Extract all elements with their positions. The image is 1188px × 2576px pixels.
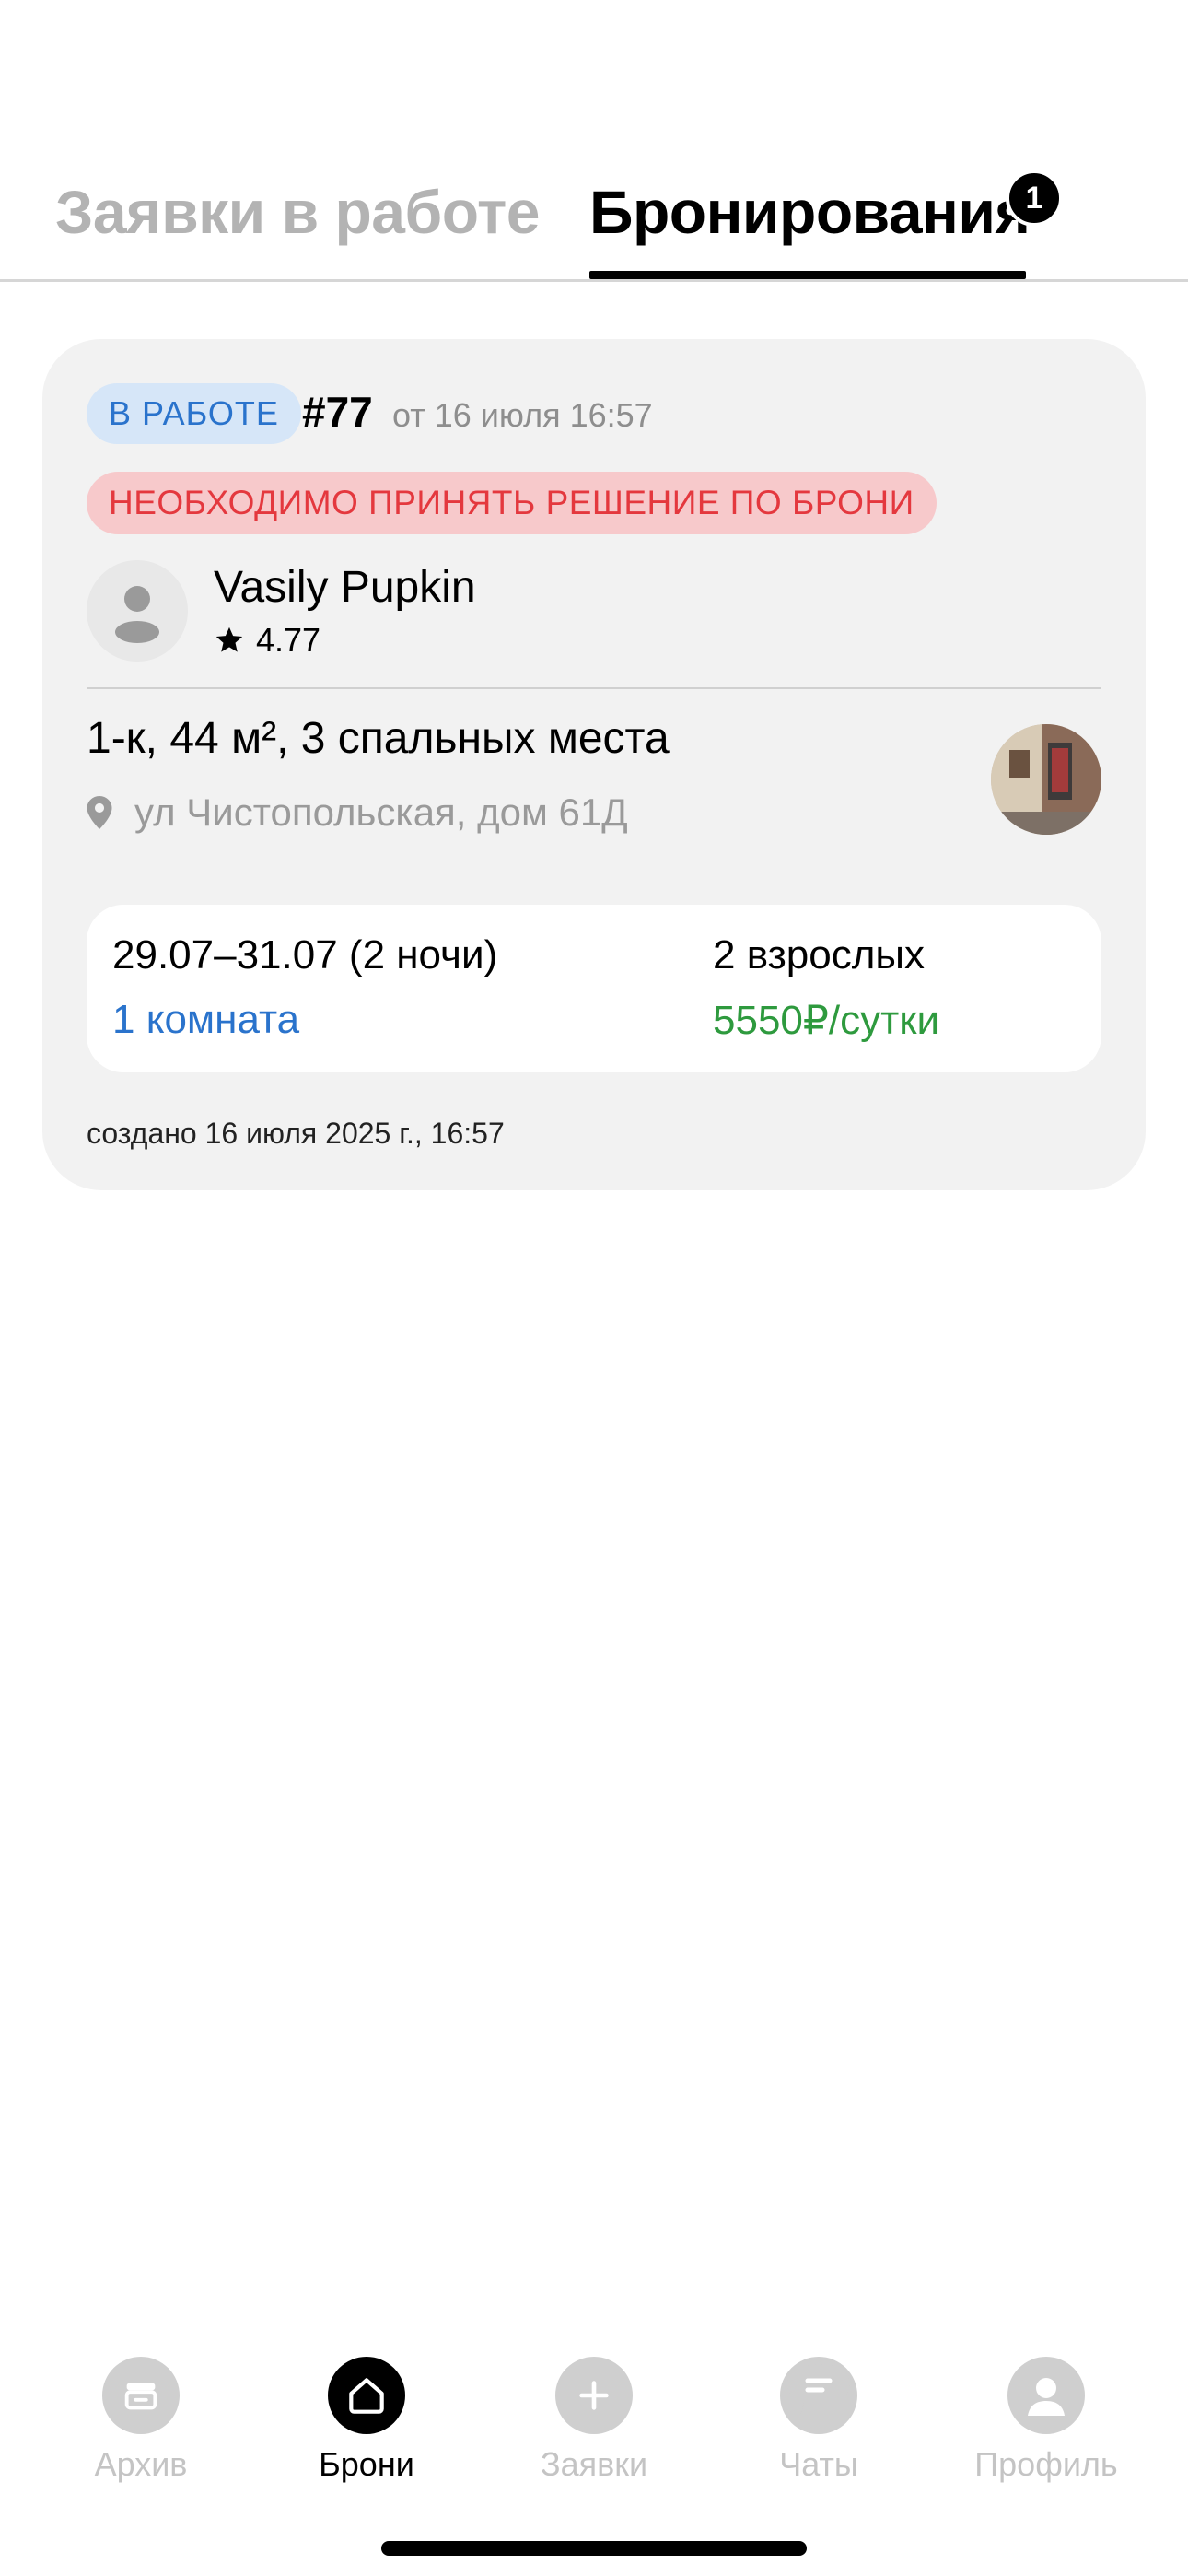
bookings-count-badge: 1 bbox=[1006, 170, 1063, 227]
rating-value: 4.77 bbox=[256, 621, 321, 659]
decision-required-badge: НЕОБХОДИМО ПРИНЯТЬ РЕШЕНИЕ ПО БРОНИ bbox=[87, 472, 937, 534]
home-icon bbox=[328, 2357, 405, 2434]
nav-archive[interactable]: Архив bbox=[30, 2340, 251, 2484]
nav-bookings[interactable]: Брони bbox=[256, 2340, 477, 2484]
booking-number: #77 bbox=[302, 388, 373, 436]
active-tab-indicator bbox=[589, 271, 1026, 279]
nav-profile-label: Профиль bbox=[974, 2445, 1118, 2483]
address-text: ул Чистопольская, дом 61Д bbox=[134, 790, 628, 834]
price-per-day: 5550₽/сутки bbox=[713, 998, 940, 1043]
guest-avatar[interactable] bbox=[87, 560, 188, 662]
created-timestamp: создано 16 июля 2025 г., 16:57 bbox=[87, 1117, 505, 1150]
booking-date: от 16 июля 16:57 bbox=[392, 396, 653, 434]
apartment-address: ул Чистопольская, дом 61Д bbox=[87, 790, 628, 835]
booking-dates: 29.07–31.07 (2 ночи) bbox=[112, 932, 498, 978]
user-placeholder-icon bbox=[115, 586, 159, 643]
apartment-photo-image bbox=[991, 724, 1101, 835]
home-indicator bbox=[381, 2541, 807, 2556]
nav-requests[interactable]: Заявки bbox=[483, 2340, 705, 2484]
room-count: 1 комната bbox=[112, 997, 300, 1042]
star-icon bbox=[215, 626, 243, 652]
archive-icon bbox=[102, 2357, 180, 2434]
divider bbox=[87, 687, 1101, 689]
apartment-photo[interactable] bbox=[991, 724, 1101, 835]
location-pin-icon bbox=[87, 796, 112, 829]
guest-rating: 4.77 bbox=[214, 621, 320, 660]
chat-icon bbox=[780, 2357, 857, 2434]
apartment-title: 1-к, 44 м², 3 спальных места bbox=[87, 714, 670, 763]
nav-requests-label: Заявки bbox=[540, 2445, 648, 2483]
profile-icon bbox=[1007, 2357, 1085, 2434]
booking-card[interactable]: В РАБОТЕ #77 от 16 июля 16:57 НЕОБХОДИМО… bbox=[42, 339, 1146, 1190]
guest-name: Vasily Pupkin bbox=[214, 563, 476, 612]
tab-requests-in-progress[interactable]: Заявки в работе bbox=[55, 177, 540, 247]
nav-chats[interactable]: Чаты bbox=[708, 2340, 929, 2484]
booking-details: 29.07–31.07 (2 ночи) 2 взрослых 1 комнат… bbox=[87, 905, 1101, 1072]
bottom-nav: Архив Брони Заявки Чаты Профиль bbox=[0, 2340, 1188, 2506]
guest-count: 2 взрослых bbox=[713, 932, 925, 978]
status-badge: В РАБОТЕ bbox=[87, 383, 301, 444]
nav-chats-label: Чаты bbox=[779, 2445, 858, 2483]
tab-bookings[interactable]: Бронирования bbox=[589, 177, 1031, 247]
plus-icon bbox=[555, 2357, 633, 2434]
nav-bookings-label: Брони bbox=[319, 2445, 414, 2483]
nav-archive-label: Архив bbox=[94, 2445, 188, 2483]
nav-profile[interactable]: Профиль bbox=[936, 2340, 1157, 2484]
